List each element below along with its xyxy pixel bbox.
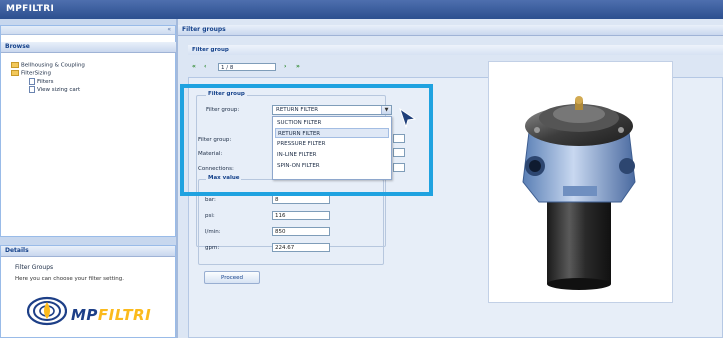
product-image-panel	[488, 61, 673, 303]
psi-input[interactable]: 116	[272, 211, 330, 220]
file-icon	[29, 86, 35, 93]
gpm-input[interactable]: 224.67	[272, 243, 330, 252]
bar-input[interactable]: 8	[272, 195, 330, 204]
main-title: Filter groups	[182, 26, 226, 33]
tree-item-view-sizing-cart[interactable]: View sizing cart	[29, 86, 80, 93]
details-text: Here you can choose your filter setting.	[15, 276, 124, 282]
details-heading: Filter Groups	[15, 264, 54, 271]
app-titlebar: MPFILTRI	[0, 0, 723, 19]
lmin-input[interactable]: 850	[272, 227, 330, 236]
details-title: Details	[5, 247, 29, 254]
filter-product-image	[522, 96, 636, 290]
logo-emblem-icon	[26, 296, 68, 326]
mpfiltri-logo: MPFILTRI	[26, 293, 167, 333]
details-header: Details	[1, 246, 175, 257]
lmin-label: l/min:	[205, 229, 221, 235]
tree-item-filtersizing[interactable]: FilterSizing	[11, 70, 51, 77]
prev-page-button[interactable]: ‹	[204, 63, 211, 71]
left-sidebar: « Browse Bellhousing & Coupling FilterSi…	[0, 19, 179, 338]
folder-open-icon	[11, 70, 19, 76]
logo-wordmark: MPFILTRI	[71, 306, 152, 324]
tree-item-filters[interactable]: Filters	[29, 78, 54, 85]
mouse-pointer-icon	[399, 107, 417, 129]
proceed-button[interactable]: Proceed	[204, 271, 260, 284]
highlight-frame	[180, 84, 433, 196]
next-page-button[interactable]: ›	[284, 63, 291, 71]
gpm-label: gpm:	[205, 245, 220, 251]
file-icon	[29, 78, 35, 85]
page-input[interactable]: 1 / 8	[218, 63, 276, 71]
psi-label: psi:	[205, 213, 215, 219]
tree-item-bellhousing[interactable]: Bellhousing & Coupling	[11, 62, 85, 69]
details-panel: Details Filter Groups Here you can choos…	[0, 245, 176, 338]
main-header: Filter groups	[178, 25, 723, 36]
bar-label: bar:	[205, 197, 216, 203]
first-page-button[interactable]: «	[192, 63, 199, 71]
browse-title: Browse	[5, 43, 30, 50]
app-title: MPFILTRI	[6, 4, 55, 14]
folder-icon	[11, 62, 19, 68]
collapse-icon[interactable]: «	[167, 26, 171, 33]
last-page-button[interactable]: »	[296, 63, 303, 71]
browse-toolbar: «	[1, 26, 175, 35]
sub-header: Filter group	[188, 45, 723, 55]
browse-panel: « Browse Bellhousing & Coupling FilterSi…	[0, 25, 179, 237]
browse-header: Browse	[1, 42, 179, 53]
